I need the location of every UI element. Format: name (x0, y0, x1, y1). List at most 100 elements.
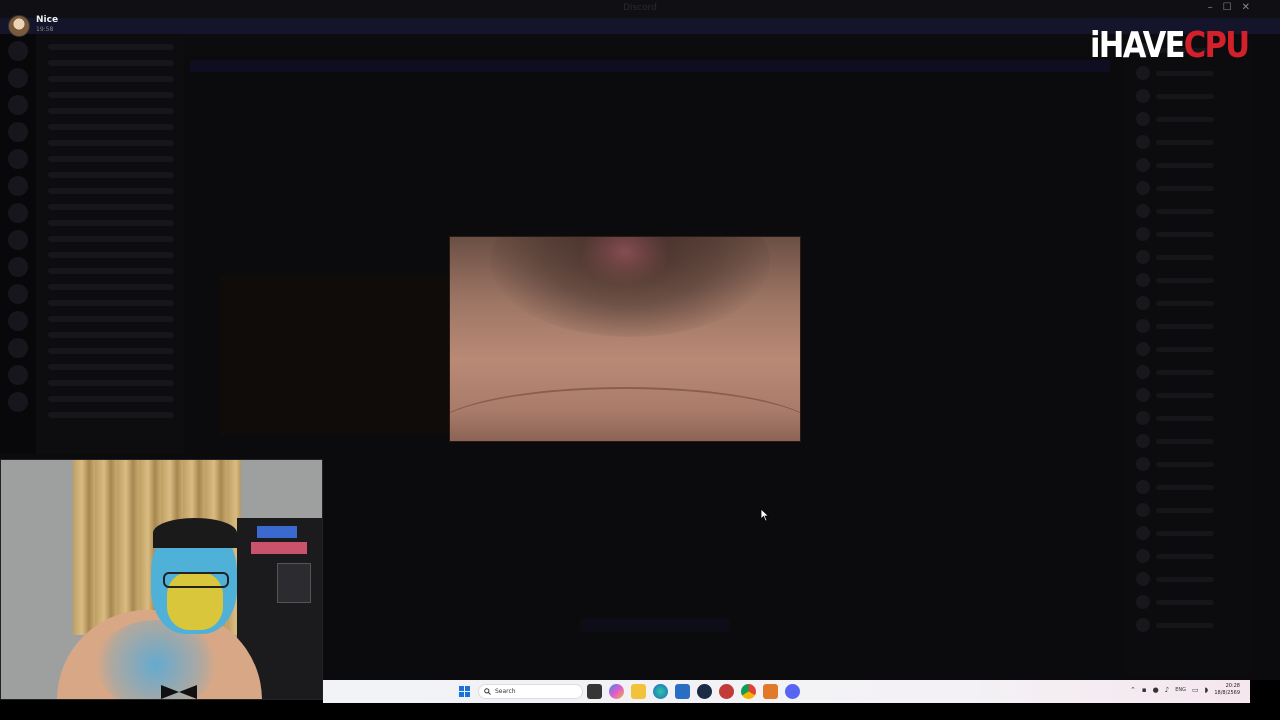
webcam-person-hair (153, 518, 237, 548)
avatar (1136, 503, 1150, 517)
channel-item[interactable] (48, 172, 174, 178)
channel-item[interactable] (48, 156, 174, 162)
member-item[interactable] (1136, 135, 1250, 149)
channel-item[interactable] (48, 44, 174, 50)
minimize-button[interactable]: – (1208, 2, 1213, 13)
tray-app-icon[interactable]: ▪ (1142, 686, 1147, 694)
file-explorer-icon[interactable] (631, 684, 646, 699)
window-controls: – ☐ ✕ (1208, 2, 1250, 13)
discord-icon[interactable] (785, 684, 800, 699)
file-manager-icon[interactable] (587, 684, 602, 699)
server-icon[interactable] (8, 338, 28, 358)
shelf-items (251, 542, 307, 554)
channel-item[interactable] (48, 220, 174, 226)
member-item[interactable] (1136, 296, 1250, 310)
member-item[interactable] (1136, 112, 1250, 126)
channel-item[interactable] (48, 412, 174, 418)
member-item[interactable] (1136, 227, 1250, 241)
server-icon[interactable] (8, 41, 28, 61)
copilot-icon[interactable] (609, 684, 624, 699)
server-icon[interactable] (8, 392, 28, 412)
app-orange-icon[interactable] (763, 684, 778, 699)
avatar (1136, 388, 1150, 402)
media-viewer-image[interactable] (449, 236, 801, 442)
network-icon[interactable]: ▭ (1192, 686, 1199, 694)
channel-item[interactable] (48, 188, 174, 194)
channel-item[interactable] (48, 60, 174, 66)
start-button[interactable] (459, 686, 470, 697)
member-item[interactable] (1136, 457, 1250, 471)
member-item[interactable] (1136, 181, 1250, 195)
maximize-button[interactable]: ☐ (1223, 2, 1232, 13)
channel-item[interactable] (48, 332, 174, 338)
member-item[interactable] (1136, 595, 1250, 609)
channel-item[interactable] (48, 300, 174, 306)
edge-icon[interactable] (653, 684, 668, 699)
member-item[interactable] (1136, 526, 1250, 540)
server-icon[interactable] (8, 149, 28, 169)
channel-item[interactable] (48, 236, 174, 242)
channel-item[interactable] (48, 204, 174, 210)
member-item[interactable] (1136, 549, 1250, 563)
server-icon[interactable] (8, 230, 28, 250)
channel-item[interactable] (48, 284, 174, 290)
member-name (1156, 392, 1214, 398)
member-item[interactable] (1136, 273, 1250, 287)
server-list (0, 34, 36, 454)
member-item[interactable] (1136, 250, 1250, 264)
member-item[interactable] (1136, 411, 1250, 425)
volume-icon[interactable]: ◗ (1205, 686, 1209, 694)
member-item[interactable] (1136, 204, 1250, 218)
language-indicator[interactable]: ENG (1175, 687, 1186, 693)
member-item[interactable] (1136, 572, 1250, 586)
channel-item[interactable] (48, 316, 174, 322)
channel-item[interactable] (48, 108, 174, 114)
taskbar-clock[interactable]: 20:28 18/8/2569 (1214, 683, 1240, 697)
taskbar-search[interactable]: Search (478, 684, 583, 699)
server-icon[interactable] (8, 95, 28, 115)
microphone-icon[interactable]: ♪ (1165, 686, 1169, 694)
member-name (1156, 254, 1214, 260)
member-item[interactable] (1136, 480, 1250, 494)
member-item[interactable] (1136, 342, 1250, 356)
channel-item[interactable] (48, 92, 174, 98)
app-red-icon[interactable] (719, 684, 734, 699)
server-icon[interactable] (8, 68, 28, 88)
member-item[interactable] (1136, 434, 1250, 448)
channel-item[interactable] (48, 348, 174, 354)
member-item[interactable] (1136, 618, 1250, 632)
channel-item[interactable] (48, 124, 174, 130)
server-icon[interactable] (8, 203, 28, 223)
avatar (1136, 434, 1150, 448)
close-button[interactable]: ✕ (1242, 2, 1250, 13)
channel-item[interactable] (48, 380, 174, 386)
server-icon[interactable] (8, 311, 28, 331)
avatar (1136, 227, 1150, 241)
channel-item[interactable] (48, 252, 174, 258)
channel-item[interactable] (48, 268, 174, 274)
avatar (1136, 457, 1150, 471)
member-item[interactable] (1136, 503, 1250, 517)
member-item[interactable] (1136, 158, 1250, 172)
server-icon[interactable] (8, 122, 28, 142)
channel-item[interactable] (48, 140, 174, 146)
chrome-icon[interactable] (741, 684, 756, 699)
chrome-tray-icon[interactable]: ● (1153, 686, 1159, 694)
member-item[interactable] (1136, 319, 1250, 333)
server-icon[interactable] (8, 257, 28, 277)
avatar (8, 15, 30, 37)
store-icon[interactable] (675, 684, 690, 699)
chevron-up-icon[interactable]: ⌃ (1130, 686, 1136, 694)
member-item[interactable] (1136, 388, 1250, 402)
channel-item[interactable] (48, 364, 174, 370)
channel-item[interactable] (48, 76, 174, 82)
member-item[interactable] (1136, 66, 1250, 80)
steam-icon[interactable] (697, 684, 712, 699)
channel-item[interactable] (48, 396, 174, 402)
server-icon[interactable] (8, 176, 28, 196)
member-item[interactable] (1136, 89, 1250, 103)
channel-logo: iHAVECPU (1090, 24, 1252, 68)
server-icon[interactable] (8, 284, 28, 304)
member-item[interactable] (1136, 365, 1250, 379)
server-icon[interactable] (8, 365, 28, 385)
